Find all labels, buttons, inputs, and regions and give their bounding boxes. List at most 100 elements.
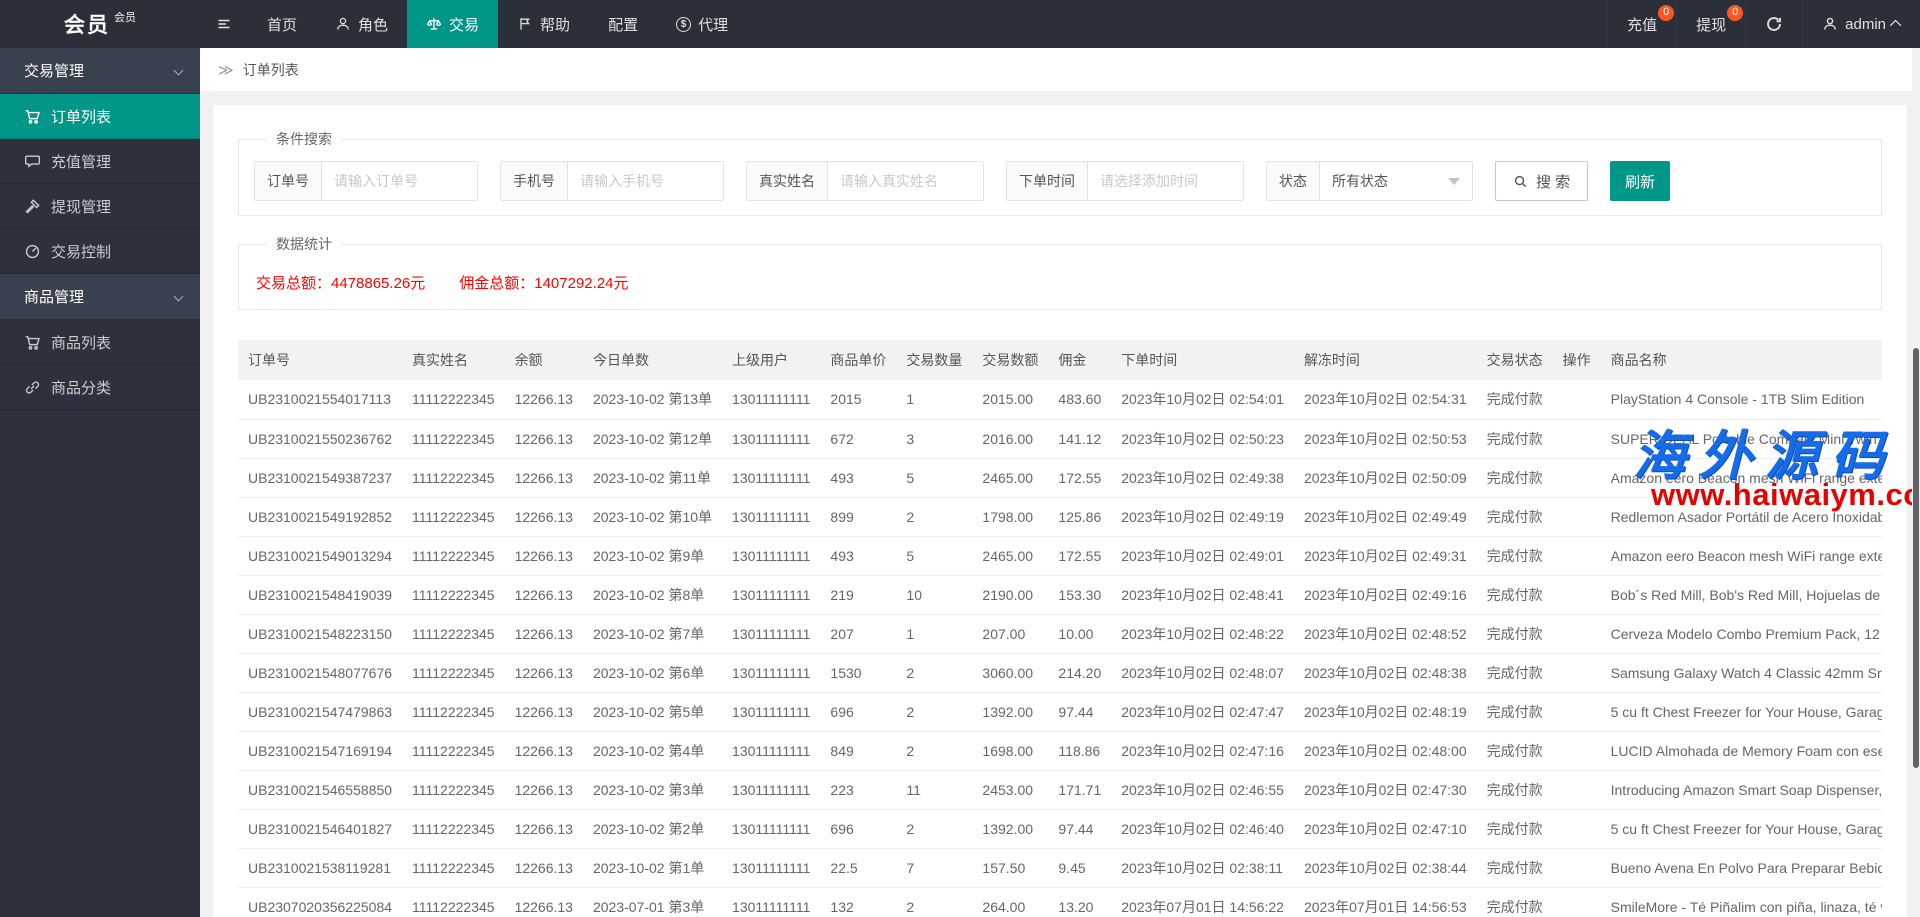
recharge-button[interactable]: 充值 0: [1607, 0, 1676, 48]
cell-1: 11112222345: [402, 419, 505, 458]
hamburger-icon: [216, 16, 232, 32]
nav-item-home[interactable]: 首页: [248, 0, 316, 48]
sidebar-group-0[interactable]: 交易管理: [0, 48, 200, 94]
cell-8: 172.55: [1048, 536, 1111, 575]
nav-item-label: 交易: [449, 14, 479, 35]
cell-9: 2023年10月02日 02:49:01: [1111, 536, 1294, 575]
cell-8: 10.00: [1048, 614, 1111, 653]
cell-12: [1553, 575, 1601, 614]
order-no-field: 订单号: [254, 161, 478, 201]
cell-3: 2023-10-02 第5单: [583, 692, 722, 731]
link-icon: [24, 379, 41, 396]
cell-8: 13.20: [1048, 887, 1111, 917]
table-row: UB23100215490132941111222234512266.13202…: [238, 536, 1882, 575]
cell-2: 12266.13: [505, 380, 583, 419]
refresh-table-button[interactable]: 刷新: [1610, 161, 1670, 201]
sidebar-item-trade_control[interactable]: 交易控制: [0, 229, 200, 274]
cell-7: 1698.00: [972, 731, 1048, 770]
cell-7: 207.00: [972, 614, 1048, 653]
nav-item-agent[interactable]: $代理: [657, 0, 747, 48]
cell-9: 2023年10月02日 02:49:38: [1111, 458, 1294, 497]
cell-0: UB2310021546401827: [238, 809, 402, 848]
cell-7: 264.00: [972, 887, 1048, 917]
cell-3: 2023-10-02 第4单: [583, 731, 722, 770]
cell-13: SmileMore - Té Piñalim con piña, linaza,…: [1601, 887, 1882, 917]
phone-input[interactable]: [568, 162, 723, 200]
status-select[interactable]: 所有状态: [1320, 162, 1472, 200]
cell-2: 12266.13: [505, 497, 583, 536]
cell-9: 2023年10月02日 02:47:47: [1111, 692, 1294, 731]
cell-0: UB2310021550236762: [238, 419, 402, 458]
gavel-icon: [24, 198, 41, 215]
cell-10: 2023年10月02日 02:47:30: [1294, 770, 1477, 809]
column-header: 上级用户: [722, 340, 820, 380]
sidebar-item-withdraw_mgmt[interactable]: 提现管理: [0, 184, 200, 229]
comment-icon: [24, 153, 41, 170]
nav-item-config[interactable]: 配置: [589, 0, 657, 48]
cell-8: 125.86: [1048, 497, 1111, 536]
cell-6: 2: [896, 653, 972, 692]
sidebar-item-recharge_mgmt[interactable]: 充值管理: [0, 139, 200, 184]
cell-7: 2016.00: [972, 419, 1048, 458]
cell-2: 12266.13: [505, 653, 583, 692]
cell-11: 完成付款: [1477, 497, 1553, 536]
nav-item-role[interactable]: 角色: [316, 0, 407, 48]
order-no-input[interactable]: [322, 162, 477, 200]
cell-13: 5 cu ft Chest Freezer for Your House, Ga…: [1601, 809, 1882, 848]
cell-0: UB2310021538119281: [238, 848, 402, 887]
cell-11: 完成付款: [1477, 692, 1553, 731]
nav-items: 首页角色 交易帮助配置$代理: [248, 0, 747, 48]
sidebar-group-label: 商品管理: [24, 286, 84, 307]
cell-10: 2023年10月02日 02:54:31: [1294, 380, 1477, 419]
column-header: 今日单数: [583, 340, 722, 380]
stats-fieldset: 数据统计 交易总额：4478865.26元 佣金总额：1407292.24元: [238, 234, 1882, 310]
cell-5: 2015: [820, 380, 896, 419]
cell-7: 157.50: [972, 848, 1048, 887]
breadcrumb-title: 订单列表: [243, 60, 299, 80]
nav-item-help[interactable]: 帮助: [498, 0, 589, 48]
cell-8: 483.60: [1048, 380, 1111, 419]
sidebar-item-goods_list[interactable]: 商品列表: [0, 320, 200, 365]
refresh-page-button[interactable]: [1745, 0, 1802, 48]
cell-10: 2023年10月02日 02:48:19: [1294, 692, 1477, 731]
phone-label: 手机号: [501, 162, 568, 200]
breadcrumb-arrow-icon: ≫: [218, 61, 234, 79]
real-name-field: 真实姓名: [746, 161, 984, 201]
scrollbar-thumb[interactable]: [1913, 348, 1919, 768]
order-time-input[interactable]: [1088, 162, 1243, 200]
cell-8: 153.30: [1048, 575, 1111, 614]
sidebar-item-order_list[interactable]: 订单列表: [0, 94, 200, 139]
brand-logo[interactable]: 会员 会员: [0, 0, 200, 48]
sidebar-item-goods_category[interactable]: 商品分类: [0, 365, 200, 410]
cell-6: 1: [896, 380, 972, 419]
cell-9: 2023年10月02日 02:54:01: [1111, 380, 1294, 419]
cell-3: 2023-10-02 第6单: [583, 653, 722, 692]
cell-11: 完成付款: [1477, 575, 1553, 614]
cell-6: 10: [896, 575, 972, 614]
cell-3: 2023-10-02 第7单: [583, 614, 722, 653]
cell-0: UB2307020356225084: [238, 887, 402, 917]
user-icon: [1822, 16, 1838, 32]
recharge-label: 充值: [1627, 14, 1657, 35]
cell-3: 2023-10-02 第10单: [583, 497, 722, 536]
user-menu[interactable]: admin: [1802, 0, 1920, 48]
cell-8: 97.44: [1048, 809, 1111, 848]
sidebar-group-label: 交易管理: [24, 60, 84, 81]
cell-12: [1553, 653, 1601, 692]
search-button[interactable]: 搜 索: [1495, 161, 1588, 201]
cell-3: 2023-10-02 第3单: [583, 770, 722, 809]
real-name-input[interactable]: [828, 162, 983, 200]
cell-13: Cerveza Modelo Combo Premium Pack, 12 Bo…: [1601, 614, 1882, 653]
sidebar-group-1[interactable]: 商品管理: [0, 274, 200, 320]
cell-7: 1798.00: [972, 497, 1048, 536]
recharge-badge: 0: [1658, 5, 1674, 21]
gauge-icon: [24, 243, 41, 260]
cell-10: 2023年10月02日 02:50:09: [1294, 458, 1477, 497]
table-row: UB23100215465588501111222234512266.13202…: [238, 770, 1882, 809]
nav-item-trade[interactable]: 交易: [407, 0, 498, 48]
order-time-field: 下单时间: [1006, 161, 1244, 201]
withdraw-button[interactable]: 提现 0: [1676, 0, 1745, 48]
menu-toggle-button[interactable]: [200, 0, 248, 48]
column-header: 下单时间: [1111, 340, 1294, 380]
cell-10: 2023年10月02日 02:48:52: [1294, 614, 1477, 653]
